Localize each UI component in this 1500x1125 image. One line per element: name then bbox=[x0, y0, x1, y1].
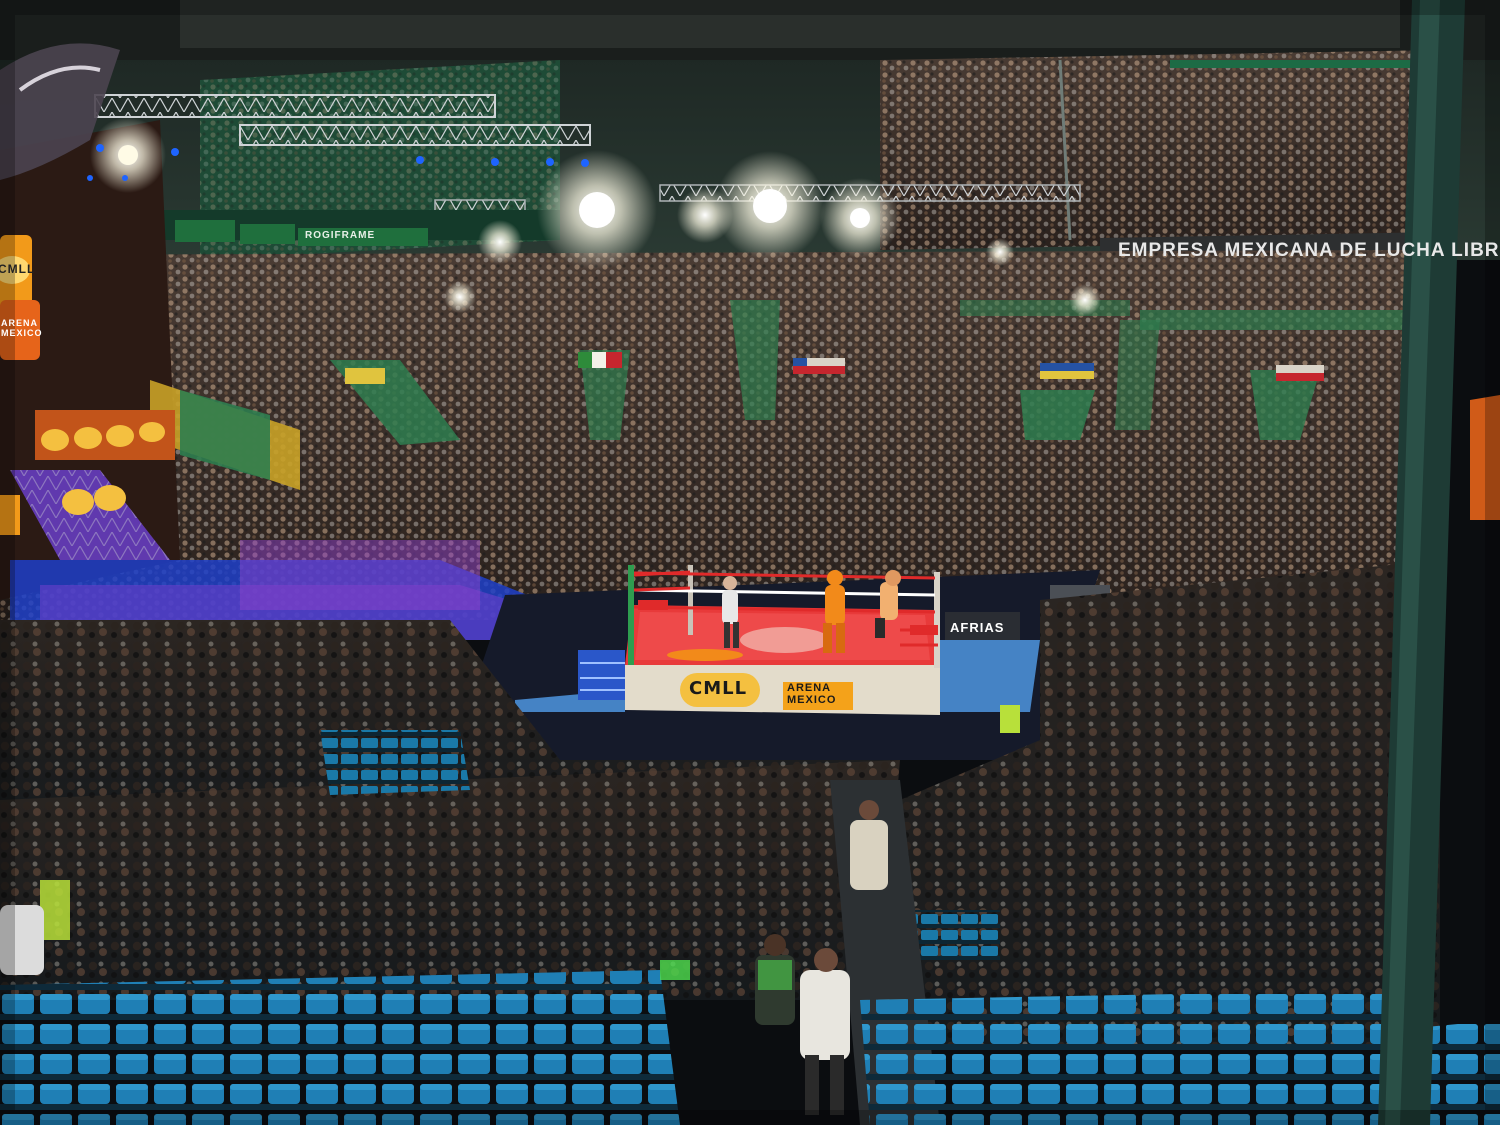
front-seats-right bbox=[860, 990, 1390, 1125]
referee bbox=[722, 590, 738, 624]
ring-post-left-back bbox=[628, 565, 634, 665]
ring-steps bbox=[578, 650, 625, 700]
light-truss-left bbox=[94, 94, 496, 118]
stage-cmll-text: CMLL bbox=[0, 262, 36, 276]
front-seats-left bbox=[0, 970, 680, 1125]
apron-cmll-text: CMLL bbox=[689, 678, 748, 699]
light-truss-center bbox=[239, 124, 591, 146]
floor-blue-mat bbox=[940, 640, 1040, 712]
wrestler-on-mat bbox=[667, 649, 743, 661]
ringside-sponsor-text: AFRIAS bbox=[950, 620, 1005, 635]
wrestler-tan bbox=[880, 582, 898, 620]
ring-post-right-back bbox=[934, 572, 940, 668]
apron-arena-text: ARENA MEXICO bbox=[787, 682, 837, 706]
empty-seats-ringside bbox=[320, 730, 470, 795]
arena-scene bbox=[0, 0, 1500, 1125]
ring-logo-center bbox=[740, 627, 830, 653]
sponsor-rail-text: ROGIFRAME bbox=[305, 230, 376, 241]
banner-text: EMPRESA MEXICANA DE LUCHA LIBRE bbox=[1118, 240, 1500, 261]
wrestler-orange bbox=[825, 585, 845, 625]
arena-photo: EMPRESA MEXICANA DE LUCHA LIBRE CMLL ARE… bbox=[0, 0, 1500, 1125]
ring-apron bbox=[625, 665, 940, 715]
stage-arena-text: ARENA MEXICO bbox=[1, 318, 43, 338]
